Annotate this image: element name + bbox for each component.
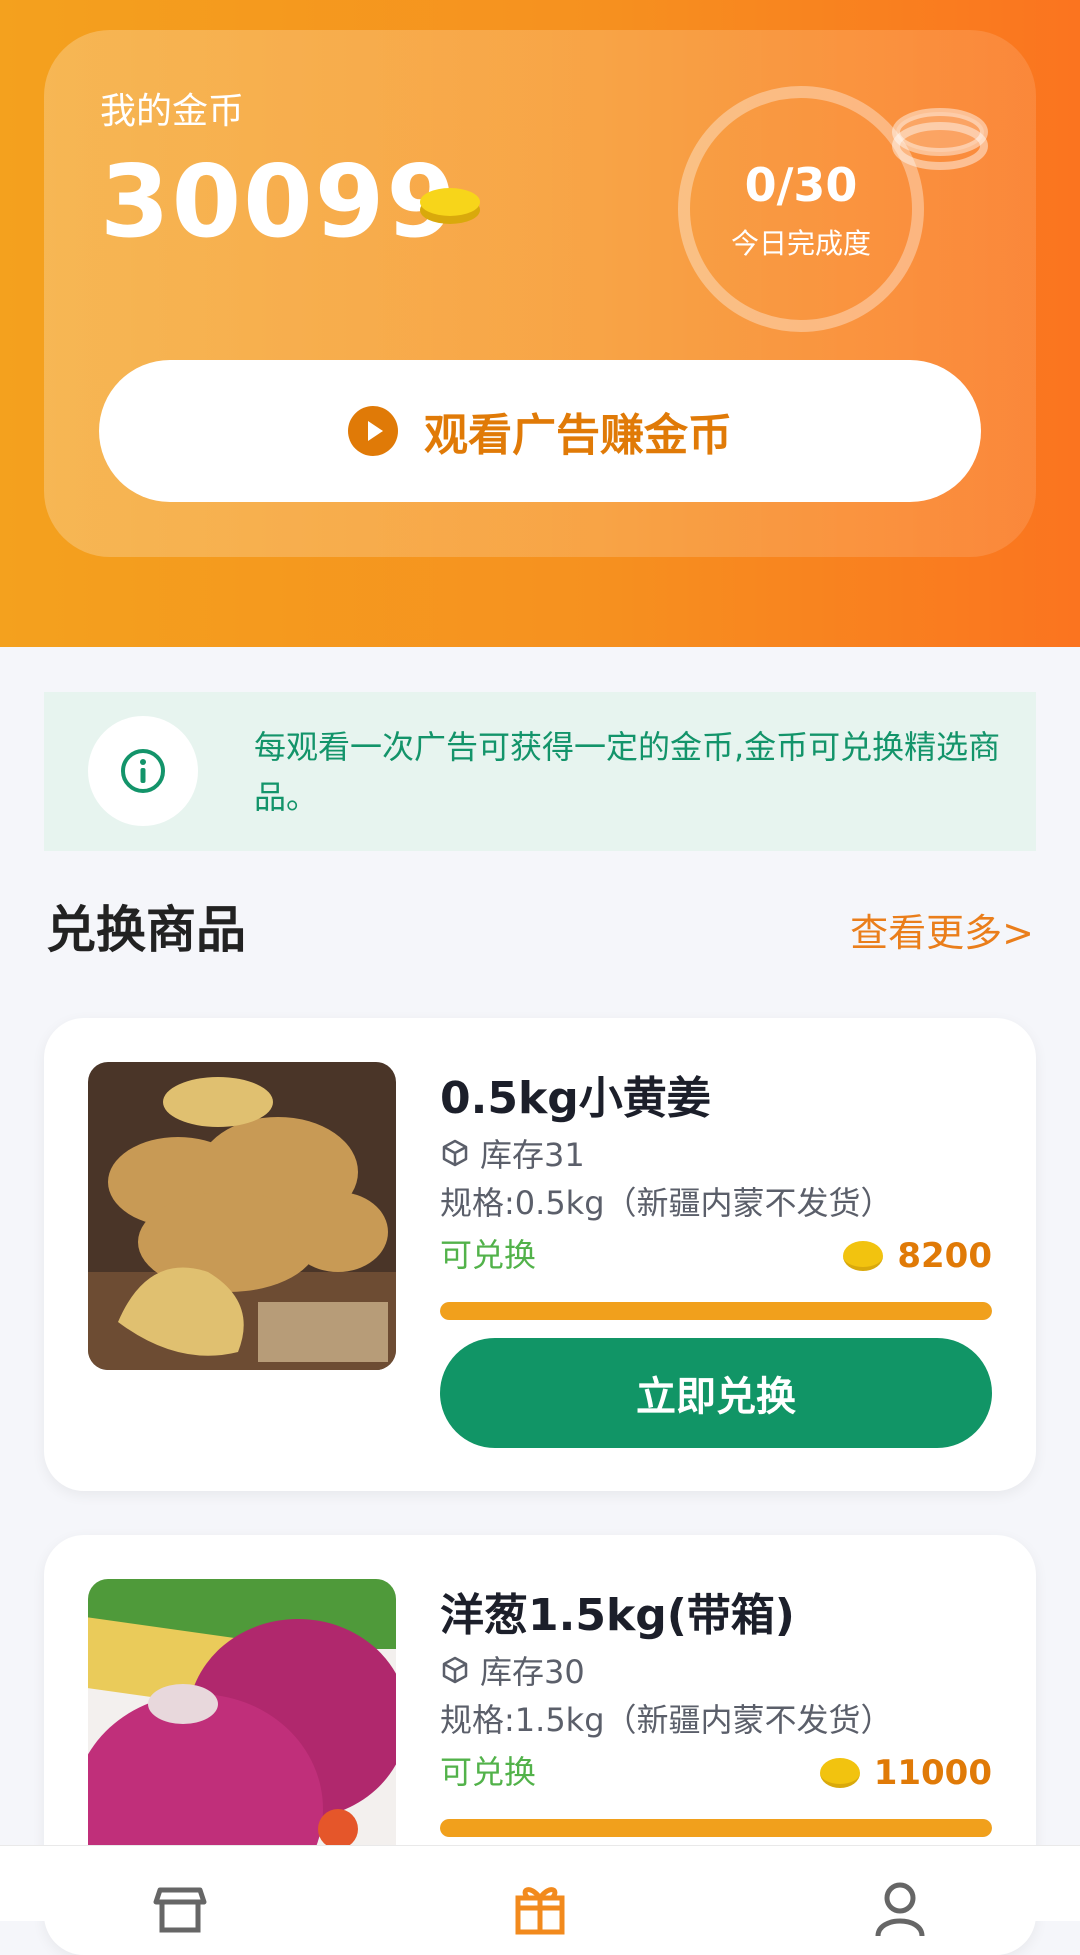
box-icon (442, 1139, 468, 1167)
coin-icon (819, 1758, 860, 1788)
availability-status: 可兑换 (440, 1753, 537, 1791)
product-stock: 库存30 (440, 1647, 585, 1693)
product-image-onion (88, 1579, 396, 1887)
coin-icon (420, 188, 480, 224)
store-icon[interactable] (152, 1880, 208, 1936)
play-icon (348, 406, 398, 456)
product-price: 11000 (819, 1753, 992, 1793)
product-spec: 规格:0.5kg（新疆内蒙不发货） (440, 1184, 893, 1222)
watch-ad-button[interactable]: 观看广告赚金币 (99, 360, 981, 502)
user-icon[interactable] (872, 1880, 928, 1936)
redeem-progress-fill (440, 1819, 992, 1837)
section-title: 兑换商品 (46, 901, 246, 959)
see-more-link[interactable]: 查看更多> (850, 902, 1034, 957)
info-icon (88, 716, 198, 826)
bottom-nav (0, 1845, 1080, 1936)
coin-balance: 30099 (100, 143, 458, 260)
coin-icon (843, 1241, 884, 1271)
redeem-progress-fill (440, 1302, 992, 1320)
price-value: 8200 (897, 1236, 992, 1276)
stock-text: 库存30 (480, 1653, 585, 1691)
product-image-ginger (88, 1062, 396, 1370)
availability-status: 可兑换 (440, 1236, 537, 1274)
watch-ad-label: 观看广告赚金币 (424, 410, 732, 461)
redeem-button[interactable]: 立即兑换 (440, 1338, 992, 1448)
info-notice: 每观看一次广告可获得一定的金币,金币可兑换精选商品。 (44, 692, 1036, 851)
product-title: 洋葱1.5kg(带箱) (440, 1590, 795, 1641)
product-spec: 规格:1.5kg（新疆内蒙不发货） (440, 1701, 893, 1739)
product-stock: 库存31 (440, 1130, 585, 1176)
product-title: 0.5kg小黄姜 (440, 1073, 711, 1124)
daily-progress-label: 今日完成度 (730, 227, 871, 260)
redeem-progress-bar (440, 1819, 992, 1837)
coin-stack-icon (892, 108, 988, 170)
redeem-progress-bar (440, 1302, 992, 1320)
gift-icon[interactable] (512, 1880, 568, 1936)
price-value: 11000 (873, 1753, 992, 1793)
product-price: 8200 (843, 1236, 992, 1276)
box-icon (442, 1656, 468, 1684)
stock-text: 库存31 (480, 1136, 585, 1174)
wallet-label: 我的金币 (100, 91, 245, 132)
notice-text: 每观看一次广告可获得一定的金币,金币可兑换精选商品。 (254, 728, 1001, 816)
product-card: 0.5kg小黄姜 库存31 规格:0.5kg（新疆内蒙不发货） 可兑换 8200… (44, 1018, 1036, 1491)
